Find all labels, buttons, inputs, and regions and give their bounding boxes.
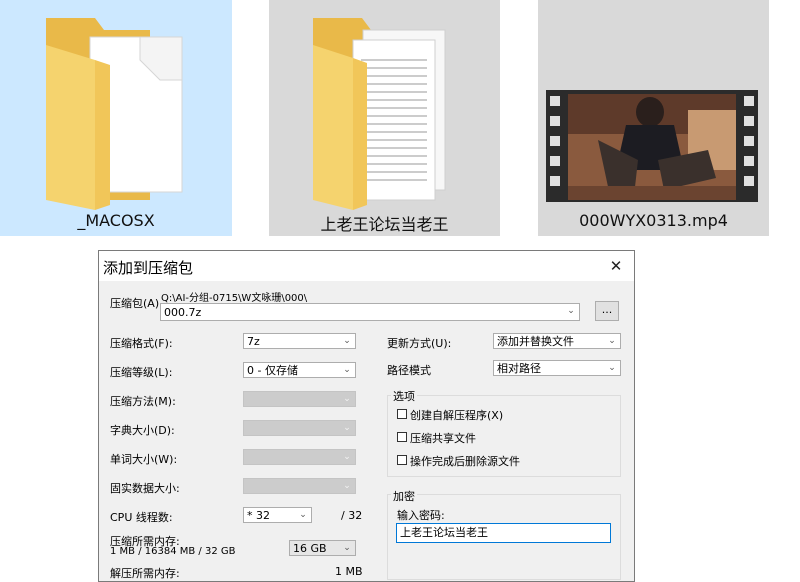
word-label: 单词大小(W): bbox=[110, 453, 178, 466]
dict-label: 字典大小(D): bbox=[110, 424, 175, 437]
update-value: 添加并替换文件 bbox=[497, 335, 574, 348]
method-select: ⌄ bbox=[243, 391, 356, 407]
shared-checkbox[interactable] bbox=[397, 432, 407, 442]
dialog-titlebar: 添加到压缩包 ✕ bbox=[99, 251, 634, 281]
sfx-option-label: 创建自解压程序(X) bbox=[410, 409, 504, 422]
chevron-down-icon: ⌄ bbox=[343, 452, 351, 462]
explorer-item-macosx[interactable]: _MACOSX bbox=[0, 0, 232, 236]
cpu-select[interactable]: * 32 ⌄ bbox=[243, 507, 312, 523]
pathmode-select[interactable]: 相对路径 ⌄ bbox=[493, 360, 621, 376]
video-thumbnail-icon bbox=[546, 90, 758, 202]
archive-name-value: 000.7z bbox=[164, 306, 202, 319]
mem-detail: 1 MB / 16384 MB / 32 GB bbox=[110, 546, 236, 557]
options-title: 选项 bbox=[391, 388, 417, 404]
folder-icon bbox=[46, 18, 183, 210]
dmem-value: 1 MB bbox=[335, 565, 363, 578]
chevron-down-icon: ⌄ bbox=[343, 423, 351, 433]
dict-select: ⌄ bbox=[243, 420, 356, 436]
explorer-item-label: 000WYX0313.mp4 bbox=[579, 211, 728, 230]
chevron-down-icon: ⌄ bbox=[343, 394, 351, 404]
browse-button[interactable]: ... bbox=[595, 301, 619, 321]
chevron-down-icon: ⌄ bbox=[343, 365, 351, 375]
archive-path: Q:\AI-分组-0715\W文咏珊\000\ bbox=[161, 293, 308, 304]
encryption-title: 加密 bbox=[391, 488, 417, 504]
mem-value: 16 GB bbox=[293, 542, 327, 555]
chevron-down-icon: ⌄ bbox=[343, 336, 351, 346]
word-select: ⌄ bbox=[243, 449, 356, 465]
chevron-down-icon: ⌄ bbox=[343, 481, 351, 491]
chevron-down-icon: ⌄ bbox=[608, 336, 616, 346]
explorer-item-folder[interactable]: 上老王论坛当老王 bbox=[269, 0, 500, 236]
shared-option-label: 压缩共享文件 bbox=[410, 432, 476, 445]
password-value: 上老王论坛当老王 bbox=[400, 526, 488, 539]
delete-source-checkbox[interactable] bbox=[397, 455, 407, 465]
cpu-total: / 32 bbox=[341, 509, 363, 522]
chevron-down-icon: ⌄ bbox=[343, 543, 351, 553]
password-input[interactable]: 上老王论坛当老王 bbox=[396, 523, 611, 543]
update-select[interactable]: 添加并替换文件 ⌄ bbox=[493, 333, 621, 349]
level-label: 压缩等级(L): bbox=[110, 366, 173, 379]
archive-name-combo[interactable]: 000.7z ⌄ bbox=[160, 303, 580, 321]
solid-label: 固实数据大小: bbox=[110, 482, 180, 495]
close-icon[interactable]: ✕ bbox=[608, 257, 624, 275]
dmem-label: 解压所需内存: bbox=[110, 567, 180, 580]
dialog-title: 添加到压缩包 bbox=[103, 259, 194, 277]
delete-source-option-label: 操作完成后删除源文件 bbox=[410, 455, 520, 468]
pathmode-label: 路径模式 bbox=[387, 364, 431, 377]
explorer-item-video[interactable]: 000WYX0313.mp4 bbox=[538, 0, 769, 236]
password-label: 输入密码: bbox=[397, 509, 445, 522]
pathmode-value: 相对路径 bbox=[497, 362, 541, 375]
chevron-down-icon: ⌄ bbox=[299, 510, 307, 520]
chevron-down-icon: ⌄ bbox=[608, 363, 616, 373]
update-label: 更新方式(U): bbox=[387, 337, 452, 350]
mem-select[interactable]: 16 GB ⌄ bbox=[289, 540, 356, 556]
add-to-archive-dialog: 添加到压缩包 ✕ 压缩包(A) Q:\AI-分组-0715\W文咏珊\000\ … bbox=[98, 250, 635, 582]
solid-select: ⌄ bbox=[243, 478, 356, 494]
chevron-down-icon: ⌄ bbox=[567, 306, 575, 316]
archive-label: 压缩包(A) bbox=[110, 297, 160, 310]
cpu-label: CPU 线程数: bbox=[110, 511, 173, 524]
format-value: 7z bbox=[247, 335, 260, 348]
explorer-item-label: _MACOSX bbox=[77, 211, 155, 230]
format-label: 压缩格式(F): bbox=[110, 337, 173, 350]
format-select[interactable]: 7z ⌄ bbox=[243, 333, 356, 349]
explorer-item-label: 上老王论坛当老王 bbox=[320, 215, 449, 234]
level-value: 0 - 仅存储 bbox=[247, 364, 298, 377]
folder-icon bbox=[313, 18, 446, 210]
method-label: 压缩方法(M): bbox=[110, 395, 176, 408]
sfx-checkbox[interactable] bbox=[397, 409, 407, 419]
cpu-value: * 32 bbox=[247, 509, 270, 522]
level-select[interactable]: 0 - 仅存储 ⌄ bbox=[243, 362, 356, 378]
